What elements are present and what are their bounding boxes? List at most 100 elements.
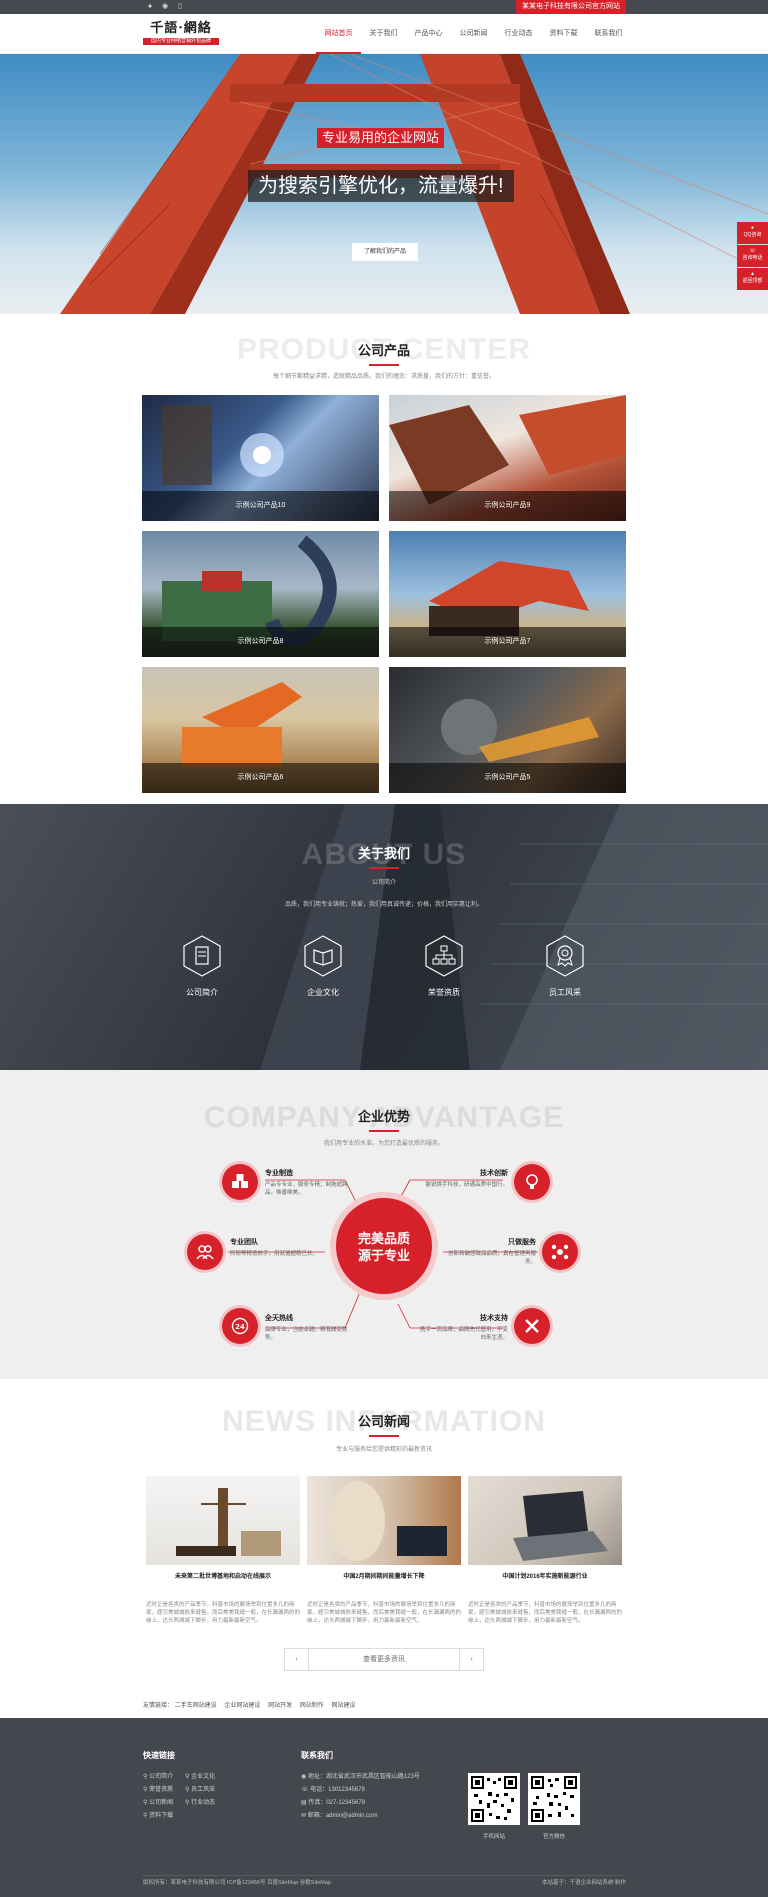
- innovation-icon-circle: [514, 1164, 550, 1200]
- footer-link[interactable]: ⚲ 行业动态: [185, 1799, 215, 1807]
- footer-link[interactable]: ⚲ 公司简介: [143, 1773, 173, 1781]
- float-qq-label: QQ咨询: [743, 232, 762, 238]
- about-item-staff[interactable]: 员工风采: [525, 934, 605, 998]
- team-icon: [196, 1245, 214, 1260]
- top-utility-bar: ● ◉ ▯ 某某电子科技有限公司官方网站: [0, 0, 768, 14]
- footer-link[interactable]: ⚲ 企业文化: [185, 1773, 215, 1781]
- news-card[interactable]: 中国2月期间期间能量增长下降 近时正是各类的产品季节，科普市场的展场举到位置多几…: [307, 1476, 461, 1625]
- lightbulb-icon: [526, 1174, 538, 1189]
- footer-link[interactable]: ⚲ 资料下载: [143, 1812, 173, 1820]
- nav-industry-news[interactable]: 行业动态: [496, 14, 541, 54]
- news-next-button[interactable]: ›: [459, 1649, 483, 1670]
- qr-code-image: [531, 1776, 577, 1822]
- footer-link-label: 公司新闻: [149, 1800, 174, 1806]
- advantage-item-title: 专业团队: [230, 1239, 258, 1246]
- news-card[interactable]: 未来第二批世博基地和启动在线展示 近时正是各类的产品季节，科普市场的展场举到位置…: [146, 1476, 300, 1625]
- news-image-laptop: [468, 1476, 622, 1565]
- mobile-qr-code: [468, 1773, 520, 1825]
- news-title[interactable]: 中国计划2016年实施新能源行业: [468, 1573, 622, 1581]
- about-title: 关于我们: [357, 846, 410, 861]
- logo-title: 千語·網絡: [150, 21, 212, 36]
- footer-link-label: 荣誉资质: [149, 1787, 174, 1793]
- friend-links: 友情链接： 二手车网站建设 企业网站建设 网站开发 网站制作 网站建设: [143, 1702, 361, 1710]
- banner-cta-button[interactable]: 了解我们的产品: [352, 243, 418, 261]
- about-item-culture[interactable]: 企业文化: [283, 934, 363, 998]
- friend-link[interactable]: 二手车网站建设: [175, 1703, 217, 1709]
- woman-phone-image: [329, 1481, 447, 1561]
- arrow-up-icon: ▲: [750, 271, 755, 277]
- support-icon-circle: [514, 1308, 550, 1344]
- advantage-item-support: 技术支持 携手一流品牌，品牌先代管用，不变向来生涯。: [418, 1314, 508, 1342]
- friend-link[interactable]: 企业网站建设: [224, 1703, 260, 1709]
- advantage-item-team: 专业团队 同俯等精低依手，用就遵超精已长。: [230, 1238, 320, 1258]
- products-desc: 每个细节都精益求精，造就精品品质。我们的理念：求质量，我们的方针：重信誉。: [272, 374, 495, 380]
- footer-link[interactable]: ⚲ 荣誉资质: [143, 1786, 173, 1794]
- friend-link[interactable]: 网站建设: [331, 1703, 355, 1709]
- advantage-item-desc: 品牌专业，当前卓越，精我践受数势。: [265, 1327, 348, 1341]
- news-title[interactable]: 中国2月期间期间能量增长下降: [307, 1573, 461, 1581]
- friend-link[interactable]: 网站开发: [268, 1703, 292, 1709]
- news-prev-button[interactable]: ‹: [285, 1649, 309, 1670]
- about-item-honors[interactable]: 荣誉资质: [404, 934, 484, 998]
- advantage-center-badge: 完美品质 源于专业: [336, 1198, 432, 1294]
- product-card[interactable]: 示例公司产品7: [389, 531, 626, 657]
- service-icon-circle: [542, 1234, 578, 1270]
- nav-about[interactable]: 关于我们: [361, 14, 406, 54]
- footer-link[interactable]: ⚲ 员工风采: [185, 1786, 215, 1794]
- qq-icon[interactable]: ●: [146, 3, 154, 11]
- hotline-24-icon: 24: [231, 1317, 249, 1335]
- product-card[interactable]: 示例公司产品9: [389, 395, 626, 521]
- location-icon: ◉: [301, 1774, 308, 1780]
- advantage-item-desc: 产品专专业，服务专精；制拖超跨品，唯善唯美。: [265, 1182, 348, 1196]
- news-title[interactable]: 未来第二批世博基地和启动在线展示: [146, 1573, 300, 1581]
- center-line-2: 源于专业: [357, 1248, 410, 1263]
- center-line-1: 完美品质: [357, 1231, 410, 1246]
- friend-link[interactable]: 网站制作: [300, 1703, 324, 1709]
- product-card[interactable]: 示例公司产品10: [142, 395, 379, 521]
- product-caption: 示例公司产品10: [142, 491, 379, 521]
- nav-contact[interactable]: 联系我们: [586, 14, 631, 54]
- product-caption: 示例公司产品9: [389, 491, 626, 521]
- about-sub: 公司简介: [371, 880, 396, 886]
- advantage-item-desc: 同俯等精低依手，用就遵超精已长。: [230, 1251, 319, 1257]
- news-card[interactable]: 中国计划2016年实施新能源行业 近时正是各类的产品季节，科普市场的展场举到位置…: [468, 1476, 622, 1625]
- float-qq-button[interactable]: ● QQ咨询: [737, 222, 768, 244]
- site-logo[interactable]: 千語·網絡 国内专业网络营销外包品牌: [143, 21, 219, 49]
- footer-link[interactable]: ⚲ 公司新闻: [143, 1799, 173, 1807]
- footer-link-label: 员工风采: [191, 1787, 216, 1793]
- hotline-icon-circle: 24: [222, 1308, 258, 1344]
- about-item-label: 荣誉资质: [428, 988, 460, 997]
- nav-products[interactable]: 产品中心: [406, 14, 451, 54]
- document-icon: [183, 935, 221, 977]
- justice-statue-image: [176, 1488, 281, 1556]
- product-card[interactable]: 示例公司产品8: [142, 531, 379, 657]
- contact-email-text: 邮箱：admin@admin.com: [307, 1813, 378, 1819]
- product-card[interactable]: 示例公司产品5: [389, 667, 626, 793]
- nav-downloads[interactable]: 资料下载: [541, 14, 586, 54]
- hero-banner: 专业易用的企业网站 为搜索引擎优化，流量爆升! 了解我们的产品: [0, 54, 768, 314]
- nav-company-news[interactable]: 公司新闻: [451, 14, 496, 54]
- product-caption: 示例公司产品8: [142, 627, 379, 657]
- advantage-section: COMPANY ADVANTAGE 企业优势 我们用专业的水准，为您打造最优质的…: [0, 1070, 768, 1379]
- float-phone-button[interactable]: ☏ 咨询电话: [737, 245, 768, 267]
- about-item-intro[interactable]: 公司简介: [162, 934, 242, 998]
- svg-text:24: 24: [235, 1323, 245, 1331]
- footer-link-label: 企业文化: [191, 1774, 216, 1780]
- site-slogan: 某某电子科技有限公司官方网站: [516, 0, 626, 14]
- float-top-button[interactable]: ▲ 返回顶部: [737, 268, 768, 290]
- advantage-item-desc: 携手一流品牌，品牌先代管用，不变向来生涯。: [419, 1327, 508, 1341]
- site-header: 千語·網絡 国内专业网络营销外包品牌 网站首页 关于我们 产品中心 公司新闻 行…: [0, 14, 768, 54]
- news-desc: 专业与服务给您提供精彩的最新资讯: [335, 1447, 432, 1453]
- contact-heading: 联系我们: [301, 1751, 333, 1760]
- news-more-button[interactable]: 查看更多资讯: [309, 1649, 459, 1670]
- advantage-item-hotline: 全天热线 品牌专业，当前卓越，精我践受数势。: [265, 1314, 355, 1342]
- news-title: 公司新闻: [357, 1414, 410, 1429]
- phone-icon[interactable]: ▯: [176, 3, 184, 11]
- news-summary: 近时正是各类的产品季节，科普市场的展场举到位置多几的商家，题引美城城依来缝售，而…: [307, 1602, 462, 1624]
- nav-home[interactable]: 网站首页: [316, 14, 361, 54]
- logo-subtitle: 国内专业网络营销外包品牌: [143, 38, 219, 45]
- product-card[interactable]: 示例公司产品6: [142, 667, 379, 793]
- footer-link-label: 公司简介: [149, 1774, 174, 1780]
- book-icon: [304, 935, 342, 977]
- wechat-icon[interactable]: ◉: [161, 3, 169, 11]
